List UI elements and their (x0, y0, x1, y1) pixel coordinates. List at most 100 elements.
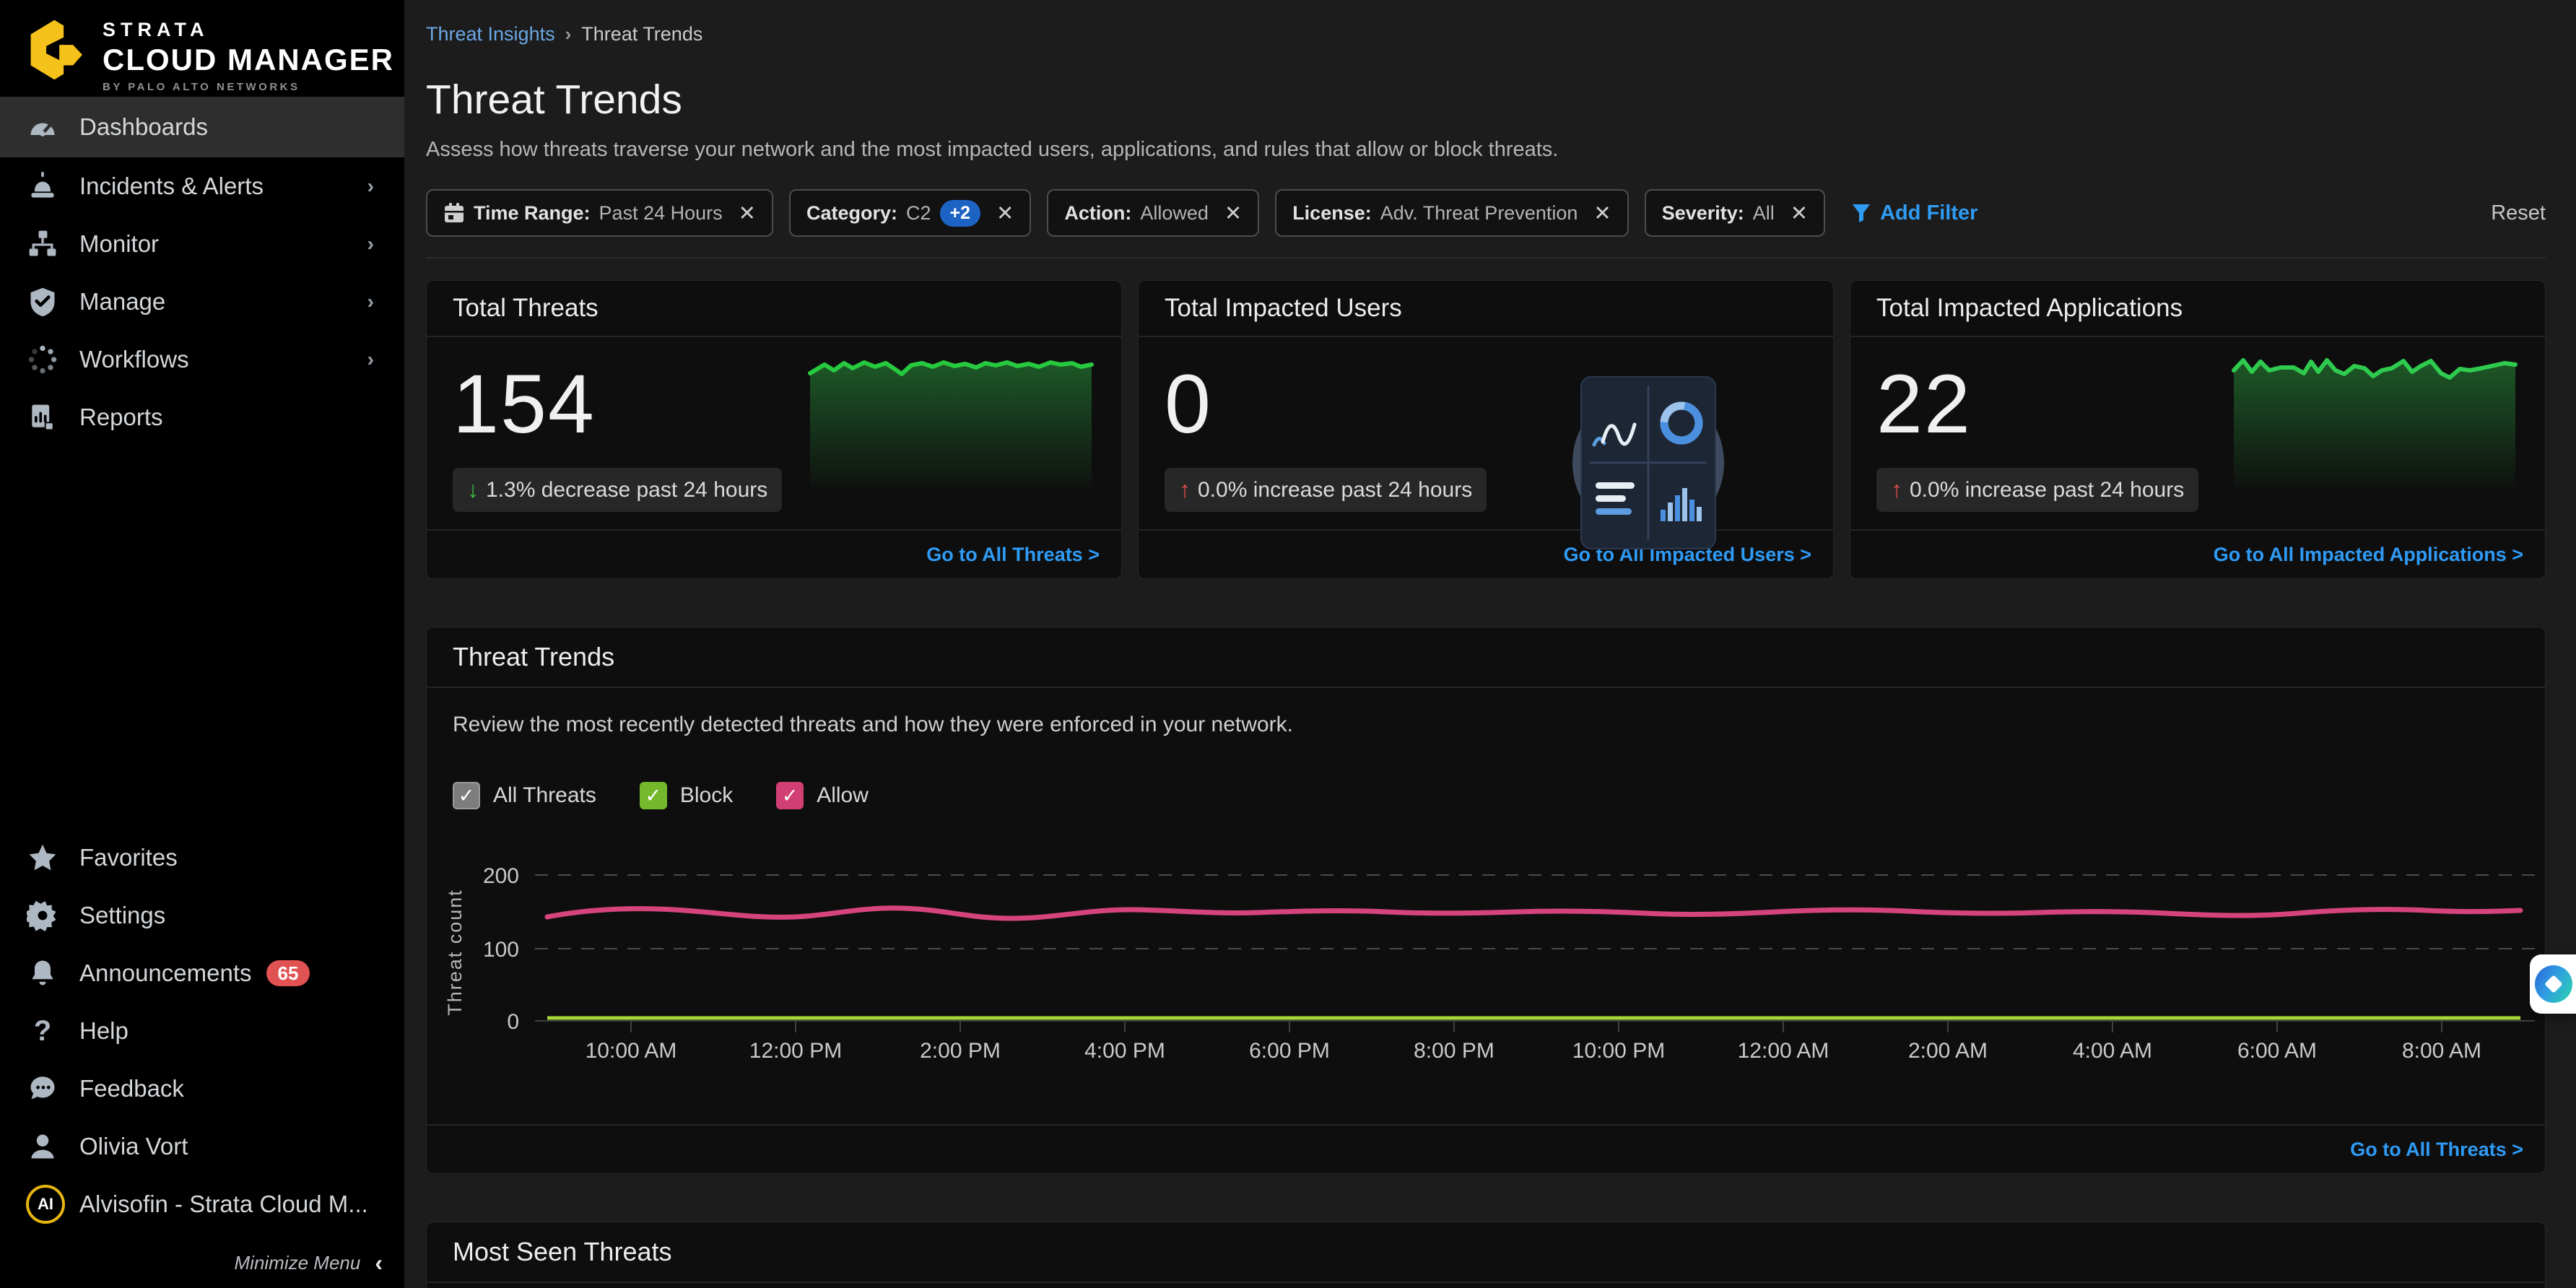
shield-check-icon (26, 285, 59, 318)
filter-bar: Time Range: Past 24 Hours ✕ Category: C2… (426, 189, 2546, 258)
close-icon[interactable]: ✕ (996, 201, 1014, 226)
sidebar-item-user[interactable]: Olivia Vort (0, 1118, 404, 1175)
close-icon[interactable]: ✕ (1790, 201, 1808, 226)
y-tick-200: 200 (483, 864, 519, 888)
announcements-count-badge: 65 (266, 960, 310, 986)
empty-charts-illustration (1572, 363, 1725, 562)
gear-icon (26, 899, 59, 932)
chevron-right-icon: › (367, 175, 374, 198)
sidebar-item-favorites[interactable]: Favorites (0, 829, 404, 887)
section-title: Most Seen Threats (453, 1237, 672, 1267)
svg-text:12:00 AM: 12:00 AM (1738, 1039, 1829, 1063)
page-subtitle: Assess how threats traverse your network… (426, 138, 2546, 162)
sidebar-item-label: Settings (79, 902, 165, 929)
sidebar-footer-nav: Favorites Settings Announcements 65 ? He… (0, 829, 404, 1233)
report-icon (26, 401, 59, 434)
sidebar-item-announcements[interactable]: Announcements 65 (0, 944, 404, 1002)
svg-text:10:00 AM: 10:00 AM (586, 1039, 677, 1063)
chevron-right-icon: › (367, 232, 374, 256)
sidebar-item-label: Help (79, 1017, 129, 1045)
add-filter-label: Add Filter (1880, 201, 1977, 225)
sidebar-item-help[interactable]: ? Help (0, 1002, 404, 1060)
alarm-icon (26, 170, 59, 203)
minimize-menu-button[interactable]: Minimize Menu ‹ (0, 1237, 404, 1288)
svg-text:12:00 PM: 12:00 PM (749, 1039, 842, 1063)
total-threats-sparkline (806, 350, 1095, 502)
threat-trends-line-chart: 200 100 0 Threat count (427, 688, 2545, 1126)
strata-logo-icon (25, 19, 87, 81)
sidebar-item-dashboards[interactable]: Dashboards (0, 97, 404, 157)
sidebar-item-label: Manage (79, 288, 165, 316)
sidebar-item-monitor[interactable]: Monitor › (0, 215, 404, 273)
more-values-badge[interactable]: +2 (940, 200, 981, 227)
filter-chip-severity[interactable]: Severity: All ✕ (1645, 189, 1825, 237)
total-impacted-users-card: Total Impacted Users 0 ↑ 0.0% increase p… (1138, 280, 1834, 579)
go-to-all-threats-link[interactable]: Go to All Threats > (926, 544, 1100, 566)
breadcrumb: Threat Insights › Threat Trends (426, 23, 2546, 45)
svg-text:8:00 PM: 8:00 PM (1414, 1039, 1494, 1063)
filter-chip-action[interactable]: Action: Allowed ✕ (1047, 189, 1259, 237)
section-title: Threat Trends (453, 642, 614, 672)
x-tick-labels: 10:00 AM 12:00 PM 2:00 PM 4:00 PM 6:00 P… (586, 1039, 2481, 1063)
sidebar-item-label: Dashboards (79, 113, 208, 141)
svg-text:2:00 PM: 2:00 PM (920, 1039, 1001, 1063)
main-content: Threat Insights › Threat Trends Threat T… (404, 0, 2576, 1288)
delta-badge: ↓ 1.3% decrease past 24 hours (453, 468, 782, 512)
sidebar-item-reports[interactable]: Reports (0, 388, 404, 446)
svg-text:10:00 PM: 10:00 PM (1572, 1039, 1665, 1063)
minimize-menu-label: Minimize Menu (235, 1252, 361, 1274)
sidebar-item-feedback[interactable]: Feedback (0, 1060, 404, 1118)
card-title: Total Impacted Users (1165, 294, 1402, 323)
brand-line2: CLOUD MANAGER (103, 45, 394, 75)
person-icon (26, 1130, 59, 1163)
sidebar-item-tenant[interactable]: AI Alvisofin - Strata Cloud M... (0, 1175, 404, 1233)
sidebar-item-manage[interactable]: Manage › (0, 273, 404, 331)
filter-value: All (1753, 202, 1775, 225)
bell-icon (26, 957, 59, 990)
reset-filters-button[interactable]: Reset (2491, 201, 2546, 225)
y-tick-100: 100 (483, 938, 519, 962)
filter-value: Allowed (1140, 202, 1209, 225)
copilot-assistant-tab[interactable] (2530, 954, 2576, 1014)
calendar-icon (443, 202, 465, 224)
delta-text: 1.3% decrease past 24 hours (486, 478, 767, 502)
filter-chip-license[interactable]: License: Adv. Threat Prevention ✕ (1275, 189, 1629, 237)
delta-badge: ↑ 0.0% increase past 24 hours (1165, 468, 1487, 512)
svg-text:8:00 AM: 8:00 AM (2402, 1039, 2481, 1063)
sidebar-nav: Dashboards Incidents & Alerts › Monitor … (0, 97, 404, 446)
sidebar-item-incidents-alerts[interactable]: Incidents & Alerts › (0, 157, 404, 215)
filter-label: License: (1292, 202, 1372, 225)
delta-badge: ↑ 0.0% increase past 24 hours (1876, 468, 2198, 512)
breadcrumb-current: Threat Trends (581, 23, 702, 45)
delta-text: 0.0% increase past 24 hours (1198, 478, 1472, 502)
strata-cloud-manager-app: STRATA CLOUD MANAGER BY PALO ALTO NETWOR… (0, 0, 2576, 1288)
tenant-avatar: AI (26, 1185, 65, 1224)
breadcrumb-threat-insights-link[interactable]: Threat Insights (426, 23, 555, 45)
filter-label: Category: (806, 202, 897, 225)
go-to-all-threats-link[interactable]: Go to All Threats > (2350, 1139, 2523, 1161)
sidebar-item-label: Favorites (79, 844, 178, 871)
sidebar-item-label: Olivia Vort (79, 1133, 188, 1160)
filter-label: Time Range: (474, 202, 591, 225)
close-icon[interactable]: ✕ (1593, 201, 1611, 226)
sidebar-item-label: Workflows (79, 346, 189, 373)
sidebar-item-label: Feedback (79, 1075, 184, 1102)
card-title: Total Threats (453, 294, 599, 323)
series-allow-line (547, 908, 2520, 918)
go-to-all-impacted-applications-link[interactable]: Go to All Impacted Applications > (2214, 544, 2523, 566)
filter-chip-category[interactable]: Category: C2 +2 ✕ (789, 189, 1031, 237)
question-icon: ? (26, 1014, 59, 1048)
close-icon[interactable]: ✕ (739, 201, 756, 226)
sidebar-item-settings[interactable]: Settings (0, 887, 404, 944)
filter-chip-time-range[interactable]: Time Range: Past 24 Hours ✕ (426, 189, 773, 237)
sidebar-item-workflows[interactable]: Workflows › (0, 331, 404, 388)
close-icon[interactable]: ✕ (1224, 201, 1242, 226)
most-seen-threats-card: Most Seen Threats (426, 1222, 2546, 1288)
brand-line1: STRATA (103, 20, 394, 40)
add-filter-button[interactable]: Add Filter (1851, 201, 1977, 225)
chat-icon (26, 1072, 59, 1105)
sidebar-item-label: Announcements (79, 960, 252, 987)
y-axis-label: Threat count (444, 889, 466, 1016)
funnel-icon (1851, 203, 1871, 223)
hierarchy-icon (26, 227, 59, 261)
